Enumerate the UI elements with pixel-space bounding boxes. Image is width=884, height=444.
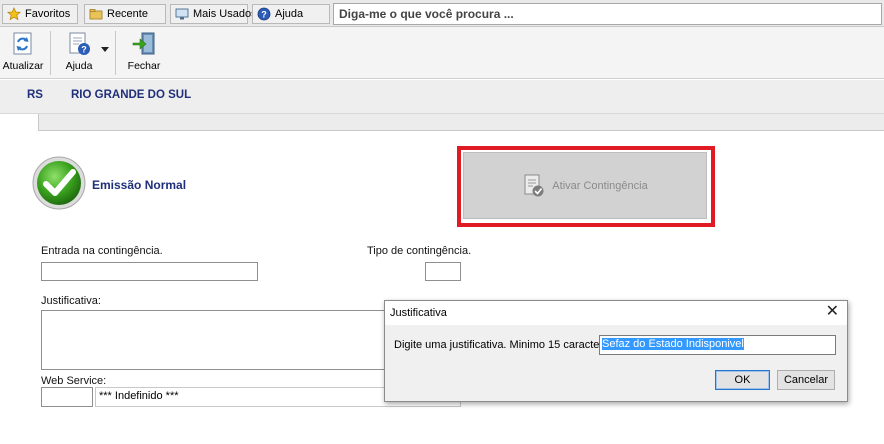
toolbar-divider	[50, 31, 51, 75]
section-header-bar	[38, 114, 884, 131]
atualizar-button[interactable]: Atualizar	[2, 31, 44, 72]
quick-access-bar: Favoritos Recente Mais Usados ? Ajuda Di…	[0, 0, 884, 27]
document-check-icon	[524, 174, 544, 196]
recente-button[interactable]: Recente	[84, 4, 166, 24]
toolbar-divider	[115, 31, 116, 75]
ajuda-button[interactable]: ? Ajuda	[62, 31, 96, 72]
close-icon[interactable]: ✕	[826, 303, 839, 321]
justificativa-input[interactable]: Sefaz do Estado Indisponivel	[599, 335, 836, 355]
folder-recent-icon	[89, 9, 103, 20]
refresh-icon	[13, 32, 32, 55]
ajuda-quick-button[interactable]: ? Ajuda	[252, 4, 330, 24]
star-icon	[7, 7, 21, 21]
web-service-code-field[interactable]	[41, 387, 93, 407]
ok-button[interactable]: OK	[715, 370, 770, 390]
tipo-label: Tipo de contingência.	[367, 245, 472, 257]
justificativa-input-value: Sefaz do Estado Indisponivel	[602, 338, 744, 350]
state-name: RIO GRANDE DO SUL	[71, 89, 192, 101]
ativar-contingencia-label: Ativar Contingência	[552, 179, 648, 192]
favoritos-button[interactable]: Favoritos	[2, 4, 78, 24]
justificativa-dialog: Justificativa ✕ Digite uma justificativa…	[384, 300, 848, 402]
exit-door-icon	[132, 32, 155, 55]
ajuda-label: Ajuda	[65, 60, 93, 72]
fechar-button[interactable]: Fechar	[126, 31, 162, 72]
dialog-prompt: Digite uma justificativa. Minimo 15 cara…	[394, 339, 618, 351]
check-status-icon	[32, 156, 86, 210]
entrada-field[interactable]	[41, 262, 258, 281]
ativar-contingencia-button[interactable]: Ativar Contingência	[463, 152, 707, 219]
tipo-field[interactable]	[425, 262, 461, 281]
search-input[interactable]: Diga-me o que você procura ...	[333, 3, 882, 25]
monitor-icon	[175, 8, 189, 20]
help-icon: ?	[257, 7, 271, 21]
favoritos-label: Favoritos	[25, 8, 71, 20]
entrada-label: Entrada na contingência.	[41, 245, 163, 257]
cancel-button[interactable]: Cancelar	[777, 370, 835, 390]
web-service-label: Web Service:	[41, 375, 107, 387]
toolbar: Atualizar ? Ajuda Fechar	[0, 27, 884, 79]
ajuda-quick-label: Ajuda	[275, 8, 304, 20]
chevron-down-icon[interactable]	[101, 47, 109, 53]
status-label: Emissão Normal	[92, 178, 187, 192]
dialog-titlebar: Justificativa ✕	[385, 301, 847, 325]
atualizar-label: Atualizar	[2, 60, 44, 72]
recente-label: Recente	[107, 8, 148, 20]
svg-text:?: ?	[81, 45, 87, 55]
mais-usados-button[interactable]: Mais Usados	[170, 4, 257, 24]
dialog-title: Justificativa	[390, 307, 447, 319]
justificativa-label: Justificativa:	[41, 295, 101, 307]
mais-usados-label: Mais Usados	[193, 8, 257, 20]
svg-text:?: ?	[261, 9, 267, 19]
fechar-label: Fechar	[127, 60, 161, 72]
help-document-icon: ?	[69, 32, 90, 55]
state-bar: RS RIO GRANDE DO SUL	[0, 80, 884, 114]
state-code: RS	[27, 89, 43, 101]
